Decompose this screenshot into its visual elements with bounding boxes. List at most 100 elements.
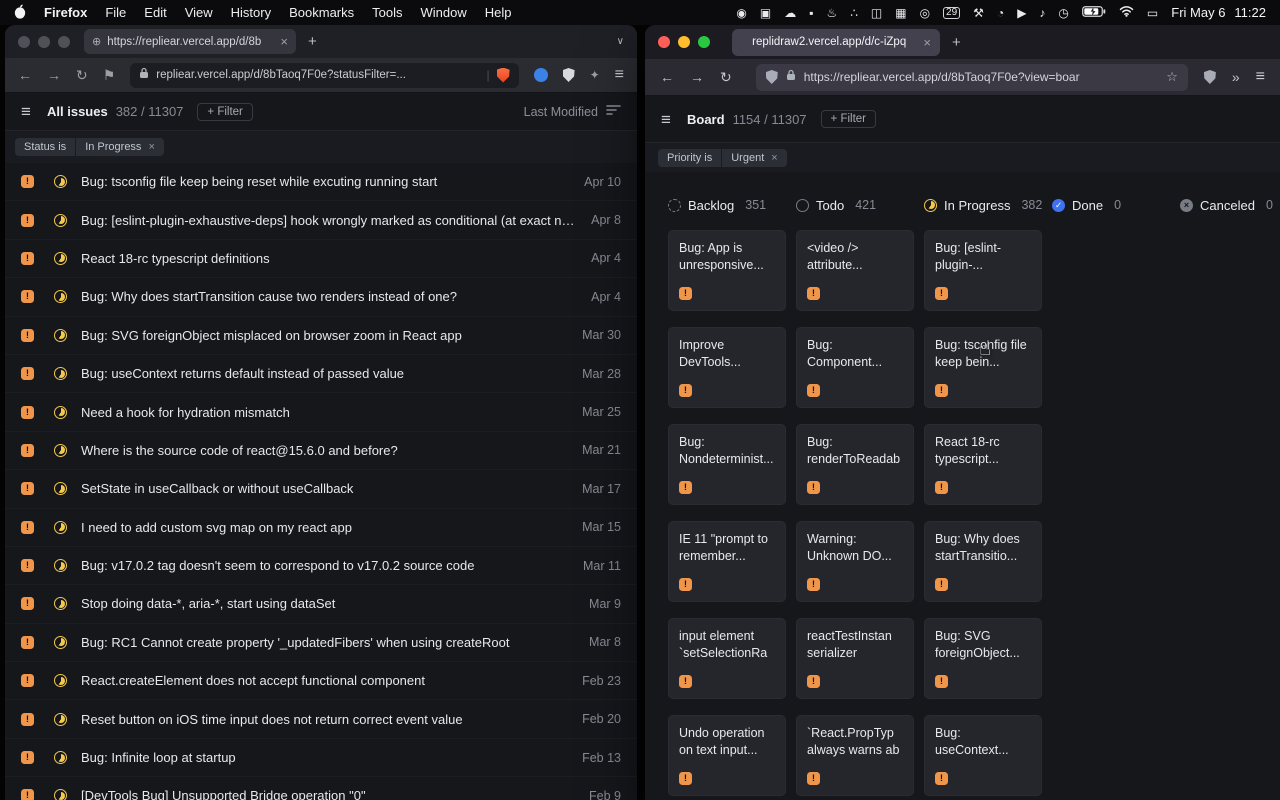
new-tab-button[interactable]: + [952,34,961,51]
focus-mode-icon[interactable]: ◉ [736,7,746,19]
board-card[interactable]: <video /> attribute...! [796,230,914,311]
browser-tab[interactable]: replidraw2.vercel.app/d/c-iZpq × [732,29,940,56]
bookmark-icon[interactable]: ⚑ [103,68,116,82]
board-card[interactable]: IE 11 "prompt to remember...! [668,521,786,602]
board-card[interactable]: Bug: [eslint-plugin-...! [924,230,1042,311]
add-filter-button[interactable]: + Filter [197,103,252,121]
minimize-window-button[interactable] [678,36,690,48]
board-card[interactable]: React 18-rc typescript...! [924,424,1042,505]
issue-row[interactable]: !Bug: Infinite loop at startupFeb 13 [5,739,637,777]
extension-shield-icon[interactable] [1204,70,1216,84]
app-status-icon[interactable]: ▪ [809,7,813,19]
board-card[interactable]: input element `setSelectionRa! [668,618,786,699]
launchpad-grid-icon[interactable]: ▦ [895,7,906,19]
wifi-icon[interactable] [1119,5,1134,20]
forward-icon[interactable]: → [47,68,61,82]
cloud-icon[interactable]: ☁ [784,7,796,19]
reload-icon[interactable]: ↻ [720,70,732,84]
issue-row[interactable]: !Bug: useContext returns default instead… [5,355,637,393]
menubar-menu-window[interactable]: Window [421,5,467,20]
issue-row[interactable]: !Bug: [eslint-plugin-exhaustive-deps] ho… [5,201,637,239]
board-card[interactable]: Improve DevTools...! [668,327,786,408]
zoom-window-button[interactable] [698,36,710,48]
back-icon[interactable]: ← [660,70,674,84]
board-card[interactable]: Bug: renderToReadab! [796,424,914,505]
issue-row[interactable]: !React.createElement does not accept fun… [5,662,637,700]
issue-row[interactable]: !Reset button on iOS time input does not… [5,700,637,738]
forward-icon[interactable]: → [690,70,704,84]
minimize-window-button[interactable] [38,36,50,48]
bookmark-star-icon[interactable]: ☆ [1166,69,1178,85]
remove-filter-icon[interactable]: × [771,152,777,164]
close-window-button[interactable] [18,36,30,48]
menubar-menu-help[interactable]: Help [485,5,512,20]
menubar-menu-edit[interactable]: Edit [144,5,166,20]
tab-list-chevron-icon[interactable]: ∨ [617,36,624,47]
play-icon[interactable]: ▶ [1017,7,1026,19]
filter-value-chip[interactable]: Urgent × [722,149,786,167]
apple-menu-icon[interactable] [14,4,26,22]
app-menu-icon[interactable]: ≡ [661,111,687,128]
board-card[interactable]: Undo operation on text input...! [668,715,786,796]
board-card[interactable]: reactTestInstan serializer! [796,618,914,699]
calendar-date-icon[interactable]: 29 [943,7,960,19]
contrast-icon[interactable]: ◔ [997,7,1004,19]
issue-row[interactable]: !Bug: Why does startTransition cause two… [5,278,637,316]
board-card[interactable]: Warning: Unknown DO...! [796,521,914,602]
back-icon[interactable]: ← [18,68,32,82]
beverage-icon[interactable]: ♨ [826,7,837,19]
menubar-app-name[interactable]: Firefox [44,5,87,20]
sound-icon[interactable]: ♪ [1039,7,1045,19]
new-tab-button[interactable]: + [308,33,317,50]
brave-shield-icon[interactable] [497,68,510,83]
issue-row[interactable]: !Bug: RC1 Cannot create property '_updat… [5,624,637,662]
reload-icon[interactable]: ↻ [76,68,88,82]
tracking-protection-shield-icon[interactable] [766,70,778,84]
issue-row[interactable]: !Bug: v17.0.2 tag doesn't seem to corres… [5,547,637,585]
issue-row[interactable]: !Bug: tsconfig file keep being reset whi… [5,163,637,201]
board-card[interactable]: Bug: useContext...! [924,715,1042,796]
filter-value-chip[interactable]: In Progress × [76,138,164,156]
clock-icon[interactable]: ◷ [1058,7,1068,19]
zoom-window-button[interactable] [58,36,70,48]
browser-menu-icon[interactable]: ≡ [1256,69,1265,85]
screen-time-icon[interactable]: ◎ [920,7,930,19]
filter-field-chip[interactable]: Status is [15,138,75,156]
app-menu-icon[interactable]: ≡ [21,103,47,120]
display-icon[interactable]: ▭ [1147,7,1158,19]
browser-menu-icon[interactable]: ≡ [615,67,624,83]
issue-row[interactable]: !Bug: SVG foreignObject misplaced on bro… [5,317,637,355]
close-tab-icon[interactable]: × [923,35,931,50]
rewards-sparkle-icon[interactable]: ✦ [590,68,600,82]
battery-icon[interactable] [1082,5,1106,20]
menubar-menu-file[interactable]: File [105,5,126,20]
sort-control[interactable]: Last Modified [524,103,621,121]
menubar-menu-bookmarks[interactable]: Bookmarks [289,5,354,20]
board-card[interactable]: Bug: Nondeterminist...! [668,424,786,505]
board-card[interactable]: Bug: App is unresponsive...! [668,230,786,311]
issue-row[interactable]: !SetState in useCallback or without useC… [5,470,637,508]
filter-field-chip[interactable]: Priority is [658,149,721,167]
privacy-shield-icon[interactable] [563,68,575,82]
close-tab-icon[interactable]: × [280,34,288,49]
issue-row[interactable]: !I need to add custom svg map on my reac… [5,509,637,547]
screen-mirroring-icon[interactable]: ▣ [760,7,771,19]
menubar-menu-view[interactable]: View [185,5,213,20]
board-card[interactable]: Bug: Component...! [796,327,914,408]
board-card[interactable]: Bug: Why does startTransitio...! [924,521,1042,602]
board-card[interactable]: `React.PropTyp always warns ab! [796,715,914,796]
browser-tab[interactable]: ⊕ https://repliear.vercel.app/d/8b × [84,29,296,54]
remove-filter-icon[interactable]: × [148,141,154,153]
paw-icon[interactable]: ∴ [850,7,858,19]
menubar-clock[interactable]: Fri May 6 11:22 [1171,5,1266,20]
url-bar[interactable]: repliear.vercel.app/d/8bTaoq7F0e?statusF… [130,63,518,88]
add-filter-button[interactable]: + Filter [821,110,876,128]
close-window-button[interactable] [658,36,670,48]
menubar-menu-tools[interactable]: Tools [372,5,402,20]
menubar-menu-history[interactable]: History [231,5,271,20]
camera-icon[interactable]: ◫ [871,7,882,19]
overflow-menu-icon[interactable]: » [1232,70,1240,84]
issue-row[interactable]: !Stop doing data-*, aria-*, start using … [5,585,637,623]
issue-row[interactable]: !React 18-rc typescript definitionsApr 4 [5,240,637,278]
tool-icon[interactable]: ⚒ [973,7,984,19]
